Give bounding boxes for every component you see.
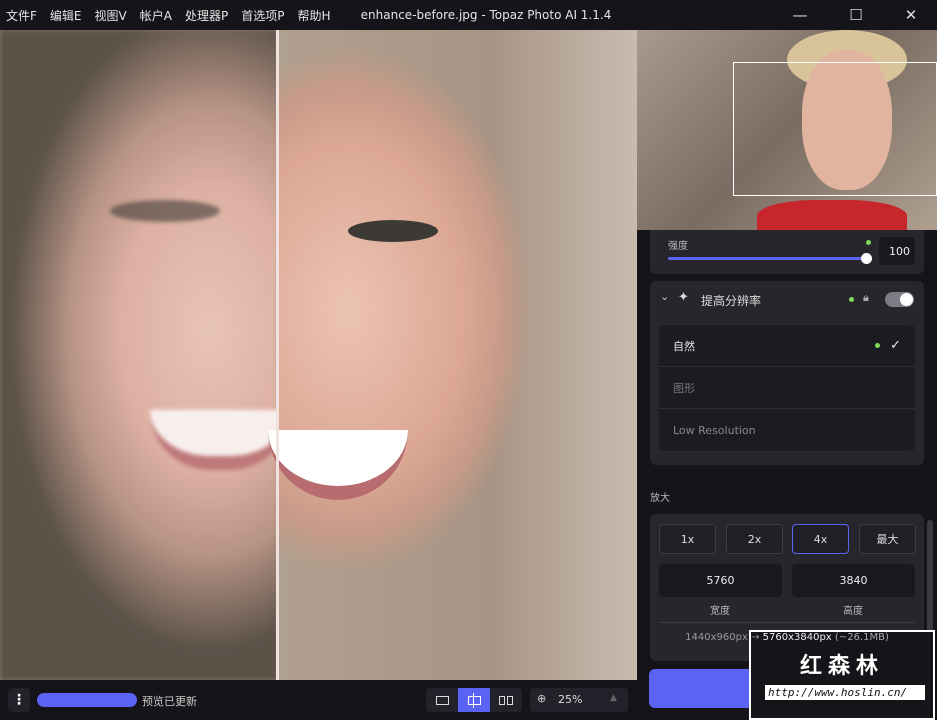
close-button[interactable]: ✕ — [883, 0, 937, 30]
title-bar: 文件F 编辑E 视图V 帐户A 处理器P 首选项P 帮助H enhance-be… — [0, 0, 937, 30]
bottom-toolbar: ⋮ 预览已更新 ⊕ 25% ▲ — [0, 680, 637, 720]
width-input[interactable]: 5760 — [659, 564, 782, 597]
menu-bar: 文件F 编辑E 视图V 帐户A 处理器P 首选项P 帮助H — [0, 7, 343, 24]
watermark-text: 红森林 — [799, 654, 884, 679]
scale-section-label: 放大 — [650, 493, 670, 504]
model-low-resolution[interactable]: Low Resolution — [659, 409, 915, 451]
strength-slider[interactable] — [668, 257, 868, 260]
sparkle-icon: ✦ — [678, 290, 689, 305]
resolution-summary: 1440x960px → 5760x3840px (~26.1MB) — [650, 632, 924, 643]
collapse-chevron-icon[interactable]: ⌄ — [660, 290, 669, 303]
before-image — [0, 30, 290, 680]
scale-1x-button[interactable]: 1x — [659, 524, 716, 554]
strength-card: 强度 100 — [650, 230, 924, 274]
source-size: 1440x960px — [685, 632, 748, 643]
menu-help[interactable]: 帮助H — [297, 7, 330, 24]
strength-slider-thumb[interactable] — [861, 253, 872, 264]
zoom-control[interactable]: ⊕ 25% ▲ — [530, 688, 628, 712]
upscale-title: 提高分辨率 — [701, 294, 762, 308]
maximize-button[interactable]: ☐ — [828, 0, 884, 30]
lock-icon[interactable]: 🔒︎ — [863, 291, 869, 305]
upscale-card: ⌄ ✦ 提高分辨率 🔒︎ 自然 ✓ 图形 Low Resolution — [650, 281, 924, 465]
watermark: 红森林 http://www.hoslin.cn/ — [749, 630, 935, 720]
navigator-preview[interactable] — [637, 30, 937, 230]
scale-max-button[interactable]: 最大 — [859, 524, 916, 554]
menu-account[interactable]: 帐户A — [140, 7, 172, 24]
model-label: 自然 — [673, 339, 695, 353]
right-panel: 强度 100 ⌄ ✦ 提高分辨率 🔒︎ 自然 ✓ 图形 Low Resolutio… — [637, 30, 937, 720]
arrow-icon: → — [751, 632, 760, 643]
view-mode-group — [426, 688, 522, 712]
preview-progress-bar — [37, 693, 137, 707]
check-icon: ✓ — [890, 338, 901, 353]
status-dot — [866, 240, 871, 245]
status-dot — [849, 297, 854, 302]
more-options-icon[interactable]: ⋮ — [8, 688, 30, 712]
minimize-button[interactable]: — — [772, 0, 828, 30]
side-by-side-view-icon[interactable] — [490, 688, 522, 712]
output-size: 5760x3840px — [762, 632, 832, 643]
compare-divider-handle[interactable] — [276, 30, 279, 680]
menu-file[interactable]: 文件F — [6, 7, 37, 24]
menu-processor[interactable]: 处理器P — [185, 7, 228, 24]
file-size: (~26.1MB) — [834, 632, 889, 643]
strength-label: 强度 — [668, 241, 688, 252]
menu-edit[interactable]: 编辑E — [50, 7, 82, 24]
zoom-level: 25% — [558, 693, 583, 706]
zoom-dropdown-icon[interactable]: ▲ — [610, 693, 617, 703]
zoom-in-icon[interactable]: ⊕ — [537, 692, 546, 705]
upscale-toggle[interactable] — [885, 292, 914, 307]
menu-preferences[interactable]: 首选项P — [241, 7, 284, 24]
height-input[interactable]: 3840 — [792, 564, 915, 597]
after-image — [268, 30, 637, 680]
preview-status: 预览已更新 — [142, 695, 197, 708]
image-canvas[interactable] — [0, 30, 637, 680]
navigator-viewport[interactable] — [733, 62, 937, 196]
scale-card: 1x 2x 4x 最大 5760 3840 宽度 高度 1440x960px →… — [650, 514, 924, 661]
scale-2x-button[interactable]: 2x — [726, 524, 783, 554]
height-label: 高度 — [843, 606, 863, 617]
strength-value-input[interactable]: 100 — [879, 237, 915, 265]
split-view-icon[interactable] — [458, 688, 490, 712]
status-dot — [875, 343, 881, 348]
menu-view[interactable]: 视图V — [95, 7, 127, 24]
scale-4x-button[interactable]: 4x — [792, 524, 849, 554]
width-label: 宽度 — [710, 606, 730, 617]
model-graphics[interactable]: 图形 — [659, 367, 915, 409]
model-natural[interactable]: 自然 ✓ — [659, 325, 915, 367]
model-list: 自然 ✓ 图形 Low Resolution — [659, 325, 915, 451]
watermark-url: http://www.hoslin.cn/ — [765, 685, 925, 700]
single-view-icon[interactable] — [426, 688, 458, 712]
